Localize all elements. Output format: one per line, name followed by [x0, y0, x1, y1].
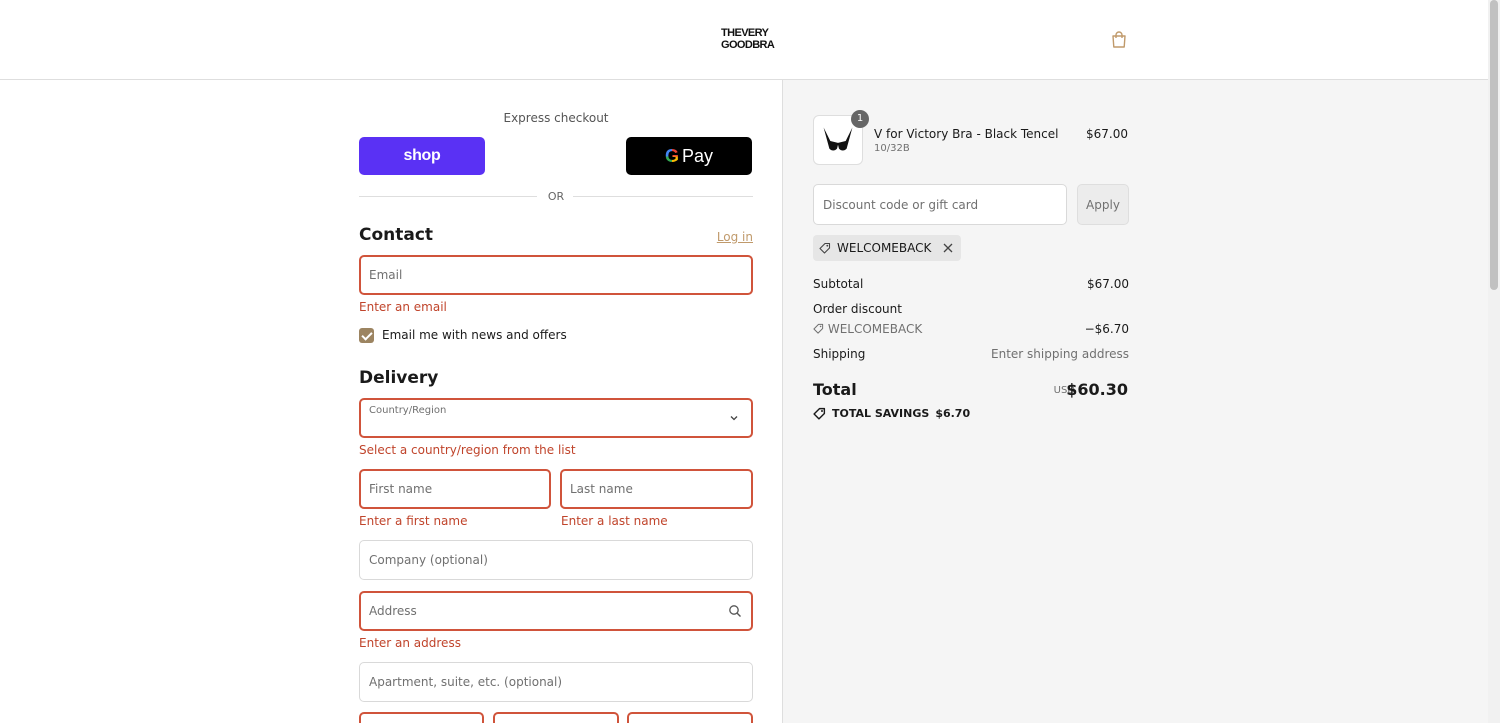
apartment-placeholder: Apartment, suite, etc. (optional) [369, 675, 563, 689]
apply-discount-button[interactable]: Apply [1077, 184, 1129, 225]
shopping-bag-icon[interactable] [1109, 30, 1129, 50]
first-name-error: Enter a first name [359, 514, 468, 528]
delivery-heading: Delivery [359, 368, 439, 388]
total-label: Total [813, 380, 857, 399]
shipping-value: Enter shipping address [991, 347, 1129, 361]
state-field[interactable] [493, 712, 619, 723]
scrollbar[interactable] [1488, 0, 1500, 723]
order-discount-label: Order discount [813, 302, 902, 316]
zip-field[interactable] [627, 712, 753, 723]
savings-value: $6.70 [935, 407, 971, 420]
brand-logo[interactable]: THEVERY GOODBRA [721, 27, 775, 53]
tag-icon [813, 323, 824, 334]
discount-placeholder: Discount code or gift card [823, 198, 979, 212]
applied-code-label: WELCOMEBACK [837, 241, 932, 255]
google-pay-button[interactable]: G Pay [626, 137, 752, 175]
shipping-row: Shipping Enter shipping address [813, 347, 1129, 361]
address-error: Enter an address [359, 636, 461, 650]
email-error: Enter an email [359, 300, 447, 314]
country-select[interactable]: Country/Region [359, 398, 753, 438]
order-discount-row: Order discount [813, 302, 1129, 316]
logo-line-1: THEVERY [721, 27, 769, 39]
subtotal-row: Subtotal $67.00 [813, 277, 1129, 291]
email-field[interactable]: Email [359, 255, 753, 295]
last-name-field[interactable]: Last name [560, 469, 753, 509]
newsletter-option[interactable]: Email me with news and offers [359, 327, 567, 343]
address-placeholder: Address [369, 604, 417, 618]
city-field[interactable] [359, 712, 484, 723]
email-placeholder: Email [369, 268, 403, 282]
tag-icon [819, 242, 831, 254]
header: THEVERY GOODBRA [0, 0, 1488, 80]
contact-heading: Contact [359, 225, 434, 245]
total-savings: TOTAL SAVINGS $6.70 [813, 407, 970, 420]
subtotal-label: Subtotal [813, 277, 864, 291]
discount-value: −$6.70 [1084, 322, 1129, 336]
subtotal-value: $67.00 [1087, 277, 1129, 291]
first-name-placeholder: First name [369, 482, 433, 496]
discount-code-row: WELCOMEBACK −$6.70 [813, 322, 1129, 336]
company-placeholder: Company (optional) [369, 553, 488, 567]
total-value: $60.30 [1066, 380, 1128, 399]
savings-label: TOTAL SAVINGS [832, 407, 930, 420]
order-summary: 1 V for Victory Bra - Black Tencel 10/32… [782, 80, 1488, 723]
express-checkout-title: Express checkout [503, 111, 609, 125]
search-icon [729, 605, 741, 617]
apartment-field[interactable]: Apartment, suite, etc. (optional) [359, 662, 753, 702]
savings-tag-icon [813, 407, 826, 420]
last-name-error: Enter a last name [561, 514, 668, 528]
discount-code-label: WELCOMEBACK [827, 322, 923, 336]
logo-line-2: GOODBRA [721, 39, 775, 51]
product-variant: 10/32B [874, 143, 910, 154]
remove-discount-icon[interactable] [943, 243, 953, 253]
gpay-label: Pay [681, 145, 714, 166]
applied-discount-tag: WELCOMEBACK [813, 235, 962, 261]
or-label: OR [547, 190, 565, 203]
country-error: Select a country/region from the list [359, 443, 576, 457]
newsletter-checkbox[interactable] [359, 327, 374, 343]
product-name: V for Victory Bra - Black Tencel [874, 127, 1059, 141]
quantity-badge: 1 [851, 110, 869, 128]
chevron-down-icon [730, 416, 738, 421]
country-label: Country/Region [369, 405, 447, 416]
company-field[interactable]: Company (optional) [359, 540, 753, 580]
last-name-placeholder: Last name [570, 482, 633, 496]
login-link[interactable]: Log in [717, 230, 753, 244]
newsletter-label: Email me with news and offers [382, 328, 567, 342]
product-price: $67.00 [1086, 127, 1128, 141]
scrollbar-thumb[interactable] [1490, 0, 1498, 290]
address-field[interactable]: Address [359, 591, 753, 631]
discount-code-input[interactable]: Discount code or gift card [813, 184, 1067, 225]
or-divider: OR [359, 190, 753, 204]
shop-pay-button[interactable]: shop [359, 137, 485, 175]
first-name-field[interactable]: First name [359, 469, 551, 509]
shipping-label: Shipping [813, 347, 866, 361]
google-g-icon: G [664, 145, 679, 166]
